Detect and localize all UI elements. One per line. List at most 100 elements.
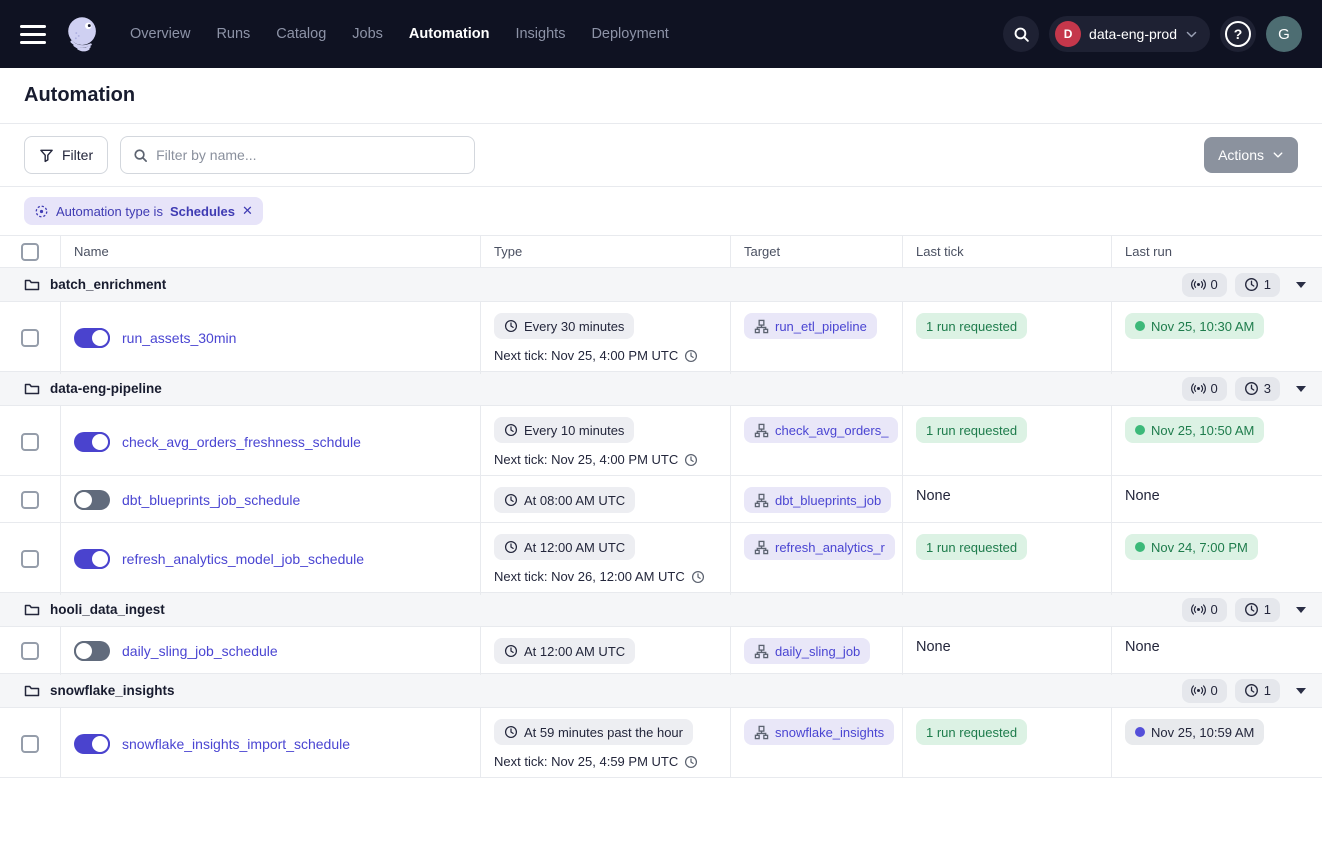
search-icon — [133, 148, 148, 163]
clock-icon — [1244, 381, 1259, 396]
target-pill[interactable]: check_avg_orders_ — [744, 417, 898, 443]
target-pill[interactable]: run_etl_pipeline — [744, 313, 877, 339]
filter-chip-automation-type[interactable]: Automation type is Schedules ✕ — [24, 197, 263, 225]
top-nav: Overview Runs Catalog Jobs Automation In… — [0, 0, 1322, 68]
last-run-pill[interactable]: Nov 25, 10:30 AM — [1125, 313, 1264, 339]
sensor-count-badge: 0 — [1182, 273, 1227, 297]
schedule-toggle[interactable] — [74, 432, 110, 452]
last-tick-pill[interactable]: 1 run requested — [916, 719, 1027, 745]
job-graph-icon — [754, 423, 769, 438]
group-name: snowflake_insights — [50, 683, 175, 698]
schedule-name-link[interactable]: dbt_blueprints_job_schedule — [122, 492, 300, 508]
clock-icon — [684, 453, 698, 467]
column-header-name: Name — [61, 236, 481, 267]
row-checkbox[interactable] — [21, 329, 39, 347]
group-collapse-caret[interactable] — [1296, 386, 1306, 392]
clock-icon — [504, 423, 518, 437]
sensor-icon — [1191, 602, 1206, 617]
group-collapse-caret[interactable] — [1296, 607, 1306, 613]
column-header-last-run: Last run — [1112, 236, 1322, 267]
clock-icon — [504, 540, 518, 554]
nav-automation[interactable]: Automation — [409, 26, 490, 42]
nav-overview[interactable]: Overview — [130, 26, 190, 42]
search-icon — [1013, 26, 1030, 43]
table-header: Name Type Target Last tick Last run — [0, 236, 1322, 268]
name-filter-input[interactable] — [156, 147, 462, 163]
dagster-logo-icon[interactable] — [62, 13, 104, 55]
run-status-dot — [1135, 321, 1145, 331]
schedule-name-link[interactable]: refresh_analytics_model_job_schedule — [122, 551, 364, 567]
nav-jobs[interactable]: Jobs — [352, 26, 383, 42]
workspace-avatar: D — [1055, 21, 1081, 47]
schedule-type-pill: At 08:00 AM UTC — [494, 487, 635, 513]
run-status-dot — [1135, 425, 1145, 435]
last-run-pill[interactable]: Nov 24, 7:00 PM — [1125, 534, 1258, 560]
workspace-switcher[interactable]: D data-eng-prod — [1049, 16, 1210, 52]
column-header-target: Target — [731, 236, 903, 267]
group-collapse-caret[interactable] — [1296, 282, 1306, 288]
target-pill[interactable]: snowflake_insights — [744, 719, 894, 745]
schedule-count-badge: 1 — [1235, 679, 1280, 703]
clock-icon — [504, 644, 518, 658]
nav-insights[interactable]: Insights — [515, 26, 565, 42]
actions-button-label: Actions — [1218, 147, 1264, 163]
schedule-type-pill: At 59 minutes past the hour — [494, 719, 693, 745]
help-button[interactable]: ? — [1220, 16, 1256, 52]
schedule-toggle[interactable] — [74, 641, 110, 661]
automation-page: Overview Runs Catalog Jobs Automation In… — [0, 0, 1322, 846]
nav-catalog[interactable]: Catalog — [276, 26, 326, 42]
schedule-name-link[interactable]: check_avg_orders_freshness_schdule — [122, 434, 361, 450]
name-filter-field — [120, 136, 475, 174]
job-graph-icon — [754, 725, 769, 740]
filter-chip-close-icon[interactable]: ✕ — [242, 203, 253, 219]
filter-button[interactable]: Filter — [24, 136, 108, 174]
schedule-count-badge: 1 — [1235, 598, 1280, 622]
select-all-checkbox[interactable] — [21, 243, 39, 261]
page-title: Automation — [24, 84, 1298, 107]
group-collapse-caret[interactable] — [1296, 688, 1306, 694]
folder-icon — [24, 683, 40, 699]
last-tick-none: None — [916, 488, 951, 504]
schedule-type-pill: At 12:00 AM UTC — [494, 534, 635, 560]
last-run-pill[interactable]: Nov 25, 10:50 AM — [1125, 417, 1264, 443]
schedule-name-link[interactable]: run_assets_30min — [122, 330, 236, 346]
sensor-icon — [1191, 381, 1206, 396]
row-checkbox[interactable] — [21, 642, 39, 660]
schedule-type-pill: Every 10 minutes — [494, 417, 634, 443]
schedule-name-link[interactable]: daily_sling_job_schedule — [122, 643, 278, 659]
row-checkbox[interactable] — [21, 550, 39, 568]
user-avatar[interactable]: G — [1266, 16, 1302, 52]
target-pill[interactable]: daily_sling_job — [744, 638, 870, 664]
hamburger-menu-icon[interactable] — [20, 25, 46, 44]
group-name: hooli_data_ingest — [50, 602, 165, 617]
nav-deployment[interactable]: Deployment — [591, 26, 668, 42]
schedule-toggle[interactable] — [74, 734, 110, 754]
actions-button[interactable]: Actions — [1204, 137, 1298, 173]
schedule-name-link[interactable]: snowflake_insights_import_schedule — [122, 736, 350, 752]
job-graph-icon — [754, 493, 769, 508]
target-pill[interactable]: refresh_analytics_r — [744, 534, 895, 560]
nav-runs[interactable]: Runs — [216, 26, 250, 42]
row-checkbox[interactable] — [21, 735, 39, 753]
last-tick-pill[interactable]: 1 run requested — [916, 417, 1027, 443]
search-button[interactable] — [1003, 16, 1039, 52]
schedule-row: run_assets_30min Every 30 minutes Next t… — [0, 302, 1322, 372]
last-tick-pill[interactable]: 1 run requested — [916, 313, 1027, 339]
next-tick-text: Next tick: Nov 25, 4:00 PM UTC — [494, 452, 717, 467]
clock-icon — [1244, 277, 1259, 292]
schedule-toggle[interactable] — [74, 328, 110, 348]
clock-icon — [691, 570, 705, 584]
schedule-row: dbt_blueprints_job_schedule At 08:00 AM … — [0, 476, 1322, 523]
row-checkbox[interactable] — [21, 433, 39, 451]
target-pill[interactable]: dbt_blueprints_job — [744, 487, 891, 513]
row-checkbox[interactable] — [21, 491, 39, 509]
schedule-toggle[interactable] — [74, 549, 110, 569]
schedule-toggle[interactable] — [74, 490, 110, 510]
job-graph-icon — [754, 644, 769, 659]
clock-icon — [684, 349, 698, 363]
last-run-pill[interactable]: Nov 25, 10:59 AM — [1125, 719, 1264, 745]
chevron-down-icon — [1185, 28, 1198, 41]
clock-icon — [504, 493, 518, 507]
group-row-batch-enrichment: batch_enrichment 0 1 — [0, 268, 1322, 302]
last-tick-pill[interactable]: 1 run requested — [916, 534, 1027, 560]
